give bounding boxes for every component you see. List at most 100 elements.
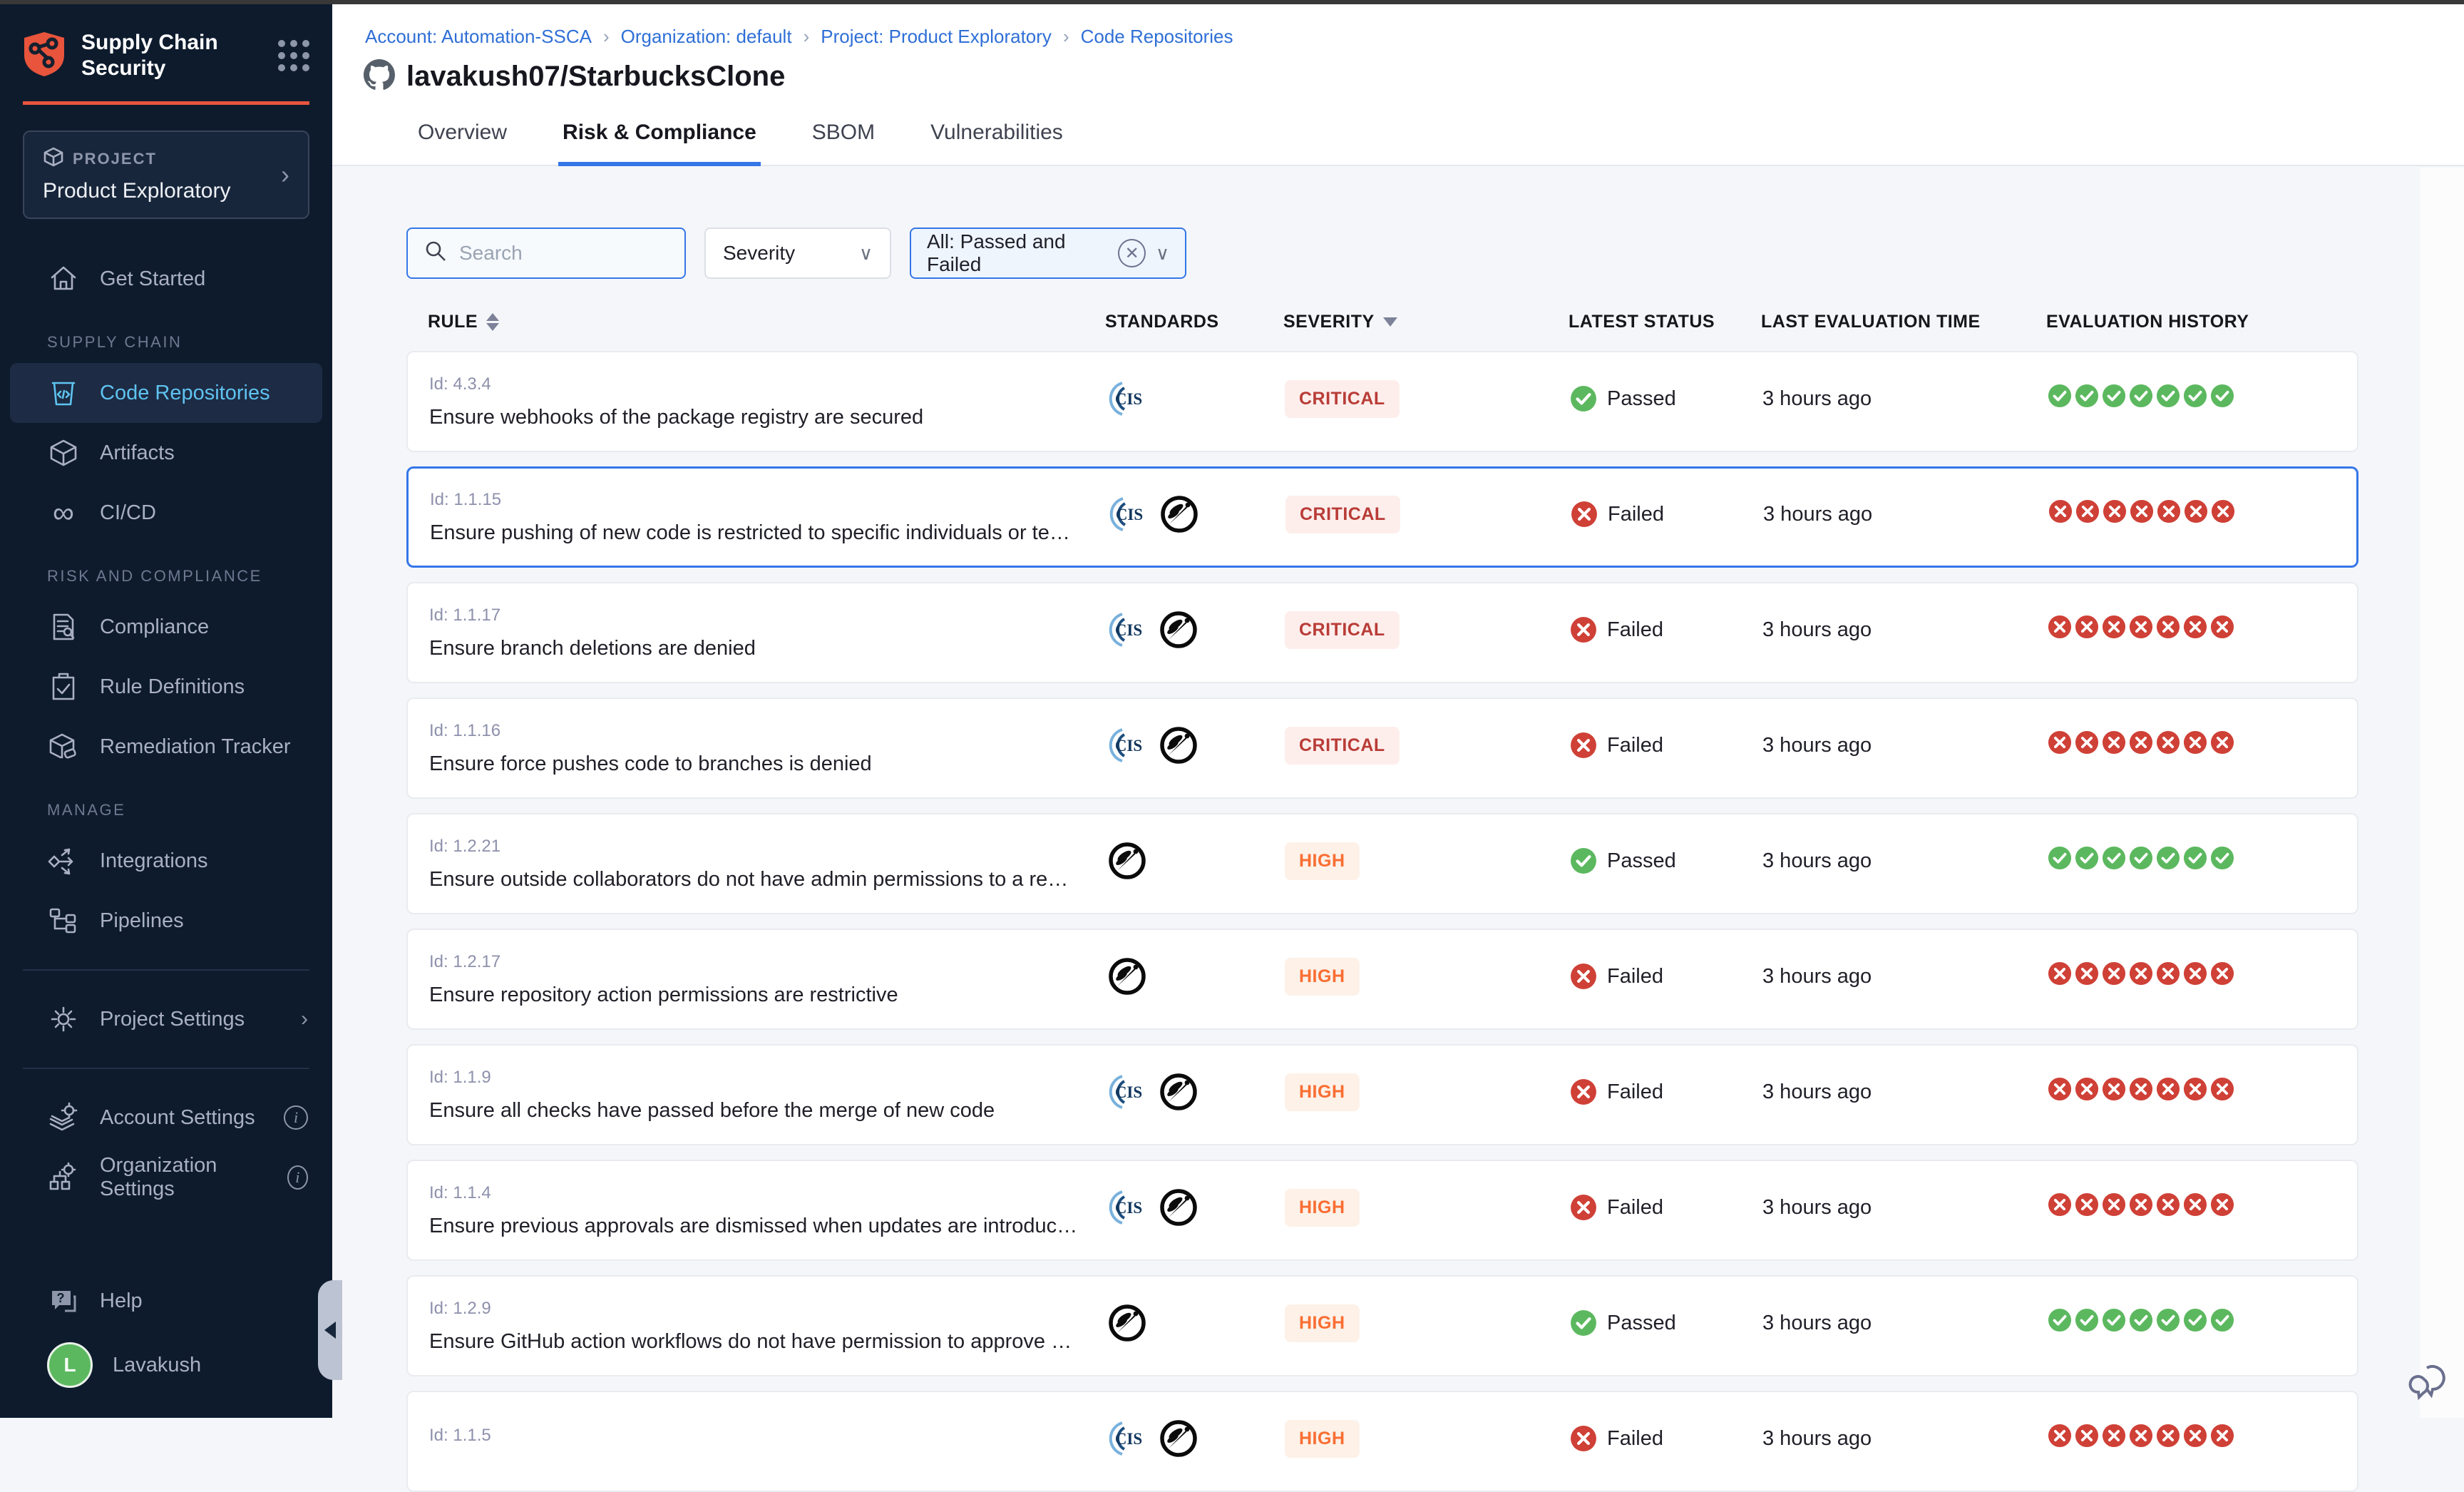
sidebar-item-pipelines[interactable]: Pipelines — [0, 891, 332, 951]
tab-sbom[interactable]: SBOM — [808, 121, 879, 166]
sidebar-item-project-settings[interactable]: Project Settings › — [0, 989, 332, 1049]
sidebar-item-help[interactable]: ? Help — [0, 1271, 332, 1331]
info-icon[interactable]: i — [284, 1105, 308, 1130]
sidebar-item-organization-settings[interactable]: Organization Settings i — [0, 1148, 332, 1207]
table-row[interactable]: Id: 1.1.17 Ensure branch deletions are d… — [406, 582, 2358, 683]
severity-dropdown[interactable]: Severity ∨ — [704, 228, 891, 279]
sidebar-item-account-settings[interactable]: Account Settings i — [0, 1088, 332, 1148]
info-icon[interactable]: i — [287, 1165, 308, 1190]
sidebar-item-remediation-tracker[interactable]: Remediation Tracker — [0, 717, 332, 777]
history-failed-icon — [2129, 615, 2153, 639]
severity-badge: HIGH — [1285, 1073, 1360, 1111]
feedback-chat-icon[interactable] — [2407, 1358, 2453, 1404]
latest-status-cell: Failed — [1571, 501, 1763, 528]
search-field[interactable] — [406, 228, 686, 279]
history-passed-icon — [2048, 1308, 2072, 1332]
table-row[interactable]: Id: 1.1.16 Ensure force pushes code to b… — [406, 698, 2358, 799]
table-row[interactable]: Id: 1.2.21 Ensure outside collaborators … — [406, 813, 2358, 914]
history-passed-icon — [2075, 1308, 2099, 1332]
breadcrumb-account[interactable]: Account: Automation-SSCA — [365, 26, 592, 48]
history-passed-icon — [2129, 846, 2153, 870]
status-label: Failed — [1607, 1080, 1663, 1104]
failed-icon — [1571, 501, 1598, 528]
chevron-right-icon: › — [281, 162, 289, 188]
history-failed-icon — [2183, 730, 2207, 755]
sidebar-item-rule-definitions[interactable]: Rule Definitions — [0, 657, 332, 717]
sidebar-item-compliance[interactable]: Compliance — [0, 597, 332, 657]
evaluation-time: 3 hours ago — [1762, 849, 2048, 873]
tab-risk-compliance[interactable]: Risk & Compliance — [558, 121, 761, 166]
severity-cell: HIGH — [1285, 1076, 1570, 1114]
sort-desc-icon[interactable] — [1383, 317, 1397, 327]
evaluation-time: 3 hours ago — [1762, 1196, 2048, 1220]
severity-badge: CRITICAL — [1285, 611, 1400, 649]
evaluation-history — [2048, 846, 2381, 870]
evaluation-time: 3 hours ago — [1762, 1427, 2048, 1451]
rule-text: Ensure previous approvals are dismissed … — [429, 1215, 1107, 1238]
column-last-evaluation-time: LAST EVALUATION TIME — [1761, 312, 2046, 332]
svg-text:CIS: CIS — [1116, 506, 1143, 523]
table-row[interactable]: Id: 1.1.5 CIS HIGH Failed 3 hours ago — [406, 1391, 2358, 1492]
breadcrumb-project[interactable]: Project: Product Exploratory — [821, 26, 1052, 48]
history-failed-icon — [2048, 499, 2073, 523]
compliance-doc-icon — [47, 610, 80, 643]
history-failed-icon — [2048, 961, 2072, 986]
scrollbar-gutter[interactable] — [2420, 168, 2464, 1418]
breadcrumb-organization[interactable]: Organization: default — [621, 26, 792, 48]
history-failed-icon — [2075, 1077, 2099, 1101]
history-failed-icon — [2102, 730, 2126, 755]
sidebar-item-cicd[interactable]: ∞ CI/CD — [0, 483, 332, 543]
sidebar-item-get-started[interactable]: Get Started — [0, 249, 332, 309]
table-row[interactable]: Id: 1.2.9 Ensure GitHub action workflows… — [406, 1275, 2358, 1376]
sidebar-collapse-handle[interactable] — [318, 1280, 342, 1380]
sidebar-item-artifacts[interactable]: Artifacts — [0, 423, 332, 483]
history-passed-icon — [2156, 384, 2180, 408]
severity-cell: CRITICAL — [1285, 383, 1570, 421]
table-row[interactable]: Id: 1.1.9 Ensure all checks have passed … — [406, 1044, 2358, 1145]
tab-overview[interactable]: Overview — [414, 121, 511, 166]
evaluation-time: 3 hours ago — [1762, 387, 2048, 411]
collapse-arrow-icon — [324, 1322, 336, 1339]
history-failed-icon — [2048, 1424, 2072, 1448]
history-passed-icon — [2048, 384, 2072, 408]
rule-cell: Id: 1.1.17 Ensure branch deletions are d… — [429, 606, 1107, 660]
app-switcher-icon[interactable] — [278, 40, 309, 71]
sort-icon[interactable] — [486, 313, 499, 331]
evaluation-time: 3 hours ago — [1762, 1080, 2048, 1104]
history-failed-icon — [2075, 961, 2099, 986]
evaluation-history — [2048, 1077, 2381, 1101]
standards-cell: CIS — [1107, 1187, 1285, 1228]
clear-filter-icon[interactable]: ✕ — [1118, 239, 1146, 267]
project-selector[interactable]: PROJECT Product Exploratory › — [23, 131, 309, 219]
search-input[interactable] — [459, 242, 652, 265]
cis-icon: CIS — [1107, 378, 1148, 419]
history-passed-icon — [2102, 384, 2126, 408]
table-row[interactable]: Id: 4.3.4 Ensure webhooks of the package… — [406, 351, 2358, 452]
table-row[interactable]: Id: 1.1.15 Ensure pushing of new code is… — [406, 466, 2358, 568]
breadcrumb-code-repositories[interactable]: Code Repositories — [1081, 26, 1233, 48]
evaluation-time: 3 hours ago — [1762, 1312, 2048, 1335]
history-passed-icon — [2210, 384, 2234, 408]
latest-status-cell: Failed — [1570, 616, 1762, 643]
table-row[interactable]: Id: 1.1.4 Ensure previous approvals are … — [406, 1160, 2358, 1261]
severity-cell: CRITICAL — [1285, 730, 1570, 767]
sidebar-item-integrations[interactable]: Integrations — [0, 831, 332, 891]
evaluation-time: 3 hours ago — [1762, 618, 2048, 642]
failed-icon — [1570, 1194, 1597, 1221]
page-title: lavakush07/StarbucksClone — [406, 61, 785, 93]
history-failed-icon — [2075, 615, 2099, 639]
app-title: Supply Chain Security — [81, 30, 262, 81]
status-filter-dropdown[interactable]: All: Passed and Failed ✕ ∨ — [910, 228, 1186, 279]
history-failed-icon — [2156, 730, 2180, 755]
history-failed-icon — [2183, 961, 2207, 986]
table-row[interactable]: Id: 1.2.17 Ensure repository action perm… — [406, 929, 2358, 1030]
section-label-supply-chain: SUPPLY CHAIN — [0, 333, 332, 352]
history-failed-icon — [2210, 730, 2234, 755]
status-label: Failed — [1607, 1427, 1663, 1451]
sidebar-item-code-repositories[interactable]: Code Repositories — [10, 363, 322, 423]
tab-vulnerabilities[interactable]: Vulnerabilities — [926, 121, 1067, 166]
rule-cell: Id: 1.2.17 Ensure repository action perm… — [429, 952, 1107, 1007]
user-menu[interactable]: L Lavakush — [0, 1331, 332, 1399]
svg-text:CIS: CIS — [1115, 1199, 1142, 1217]
section-label-risk-compliance: RISK AND COMPLIANCE — [0, 567, 332, 586]
